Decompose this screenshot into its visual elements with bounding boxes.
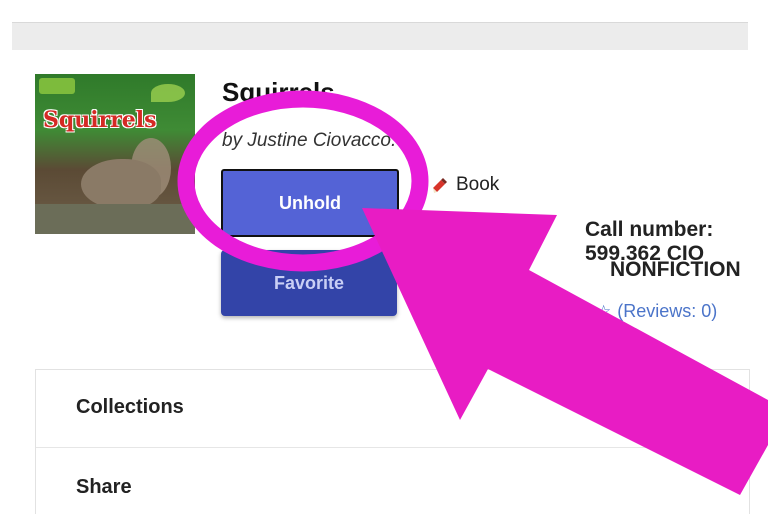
book-title[interactable]: Squirrels [222, 77, 335, 108]
collections-label[interactable]: Collections [76, 396, 184, 419]
series-logo [39, 78, 75, 94]
collections-row[interactable]: Collections [36, 370, 749, 445]
toolbar-bar [12, 22, 748, 50]
format-indicator: Book [430, 174, 499, 196]
page-top-strip [0, 0, 768, 22]
cover-title: Squirrels [43, 107, 157, 133]
leaf-decoration [151, 84, 185, 102]
genre-label: NONFICTION [610, 258, 741, 281]
reviews-label[interactable]: (Reviews: 0) [617, 301, 717, 322]
format-label: Book [456, 174, 500, 195]
book-author[interactable]: by Justine Ciovacco. [222, 130, 396, 152]
details-panel: Collections Share [35, 369, 750, 514]
favorite-button[interactable]: Favorite [221, 250, 397, 316]
call-number-label: Call number: [585, 218, 714, 241]
panel-divider [36, 447, 749, 448]
share-label[interactable]: Share [76, 476, 132, 499]
unhold-button[interactable]: Unhold [221, 169, 399, 237]
reviews-link[interactable]: ☆ (Reviews: 0) [596, 301, 717, 322]
book-icon [430, 176, 448, 194]
book-cover-image[interactable]: Squirrels [35, 74, 195, 234]
ground-shape [35, 204, 195, 234]
squirrel-shape [81, 159, 161, 209]
star-icon: ☆ [596, 301, 612, 321]
share-row[interactable]: Share [36, 450, 749, 525]
